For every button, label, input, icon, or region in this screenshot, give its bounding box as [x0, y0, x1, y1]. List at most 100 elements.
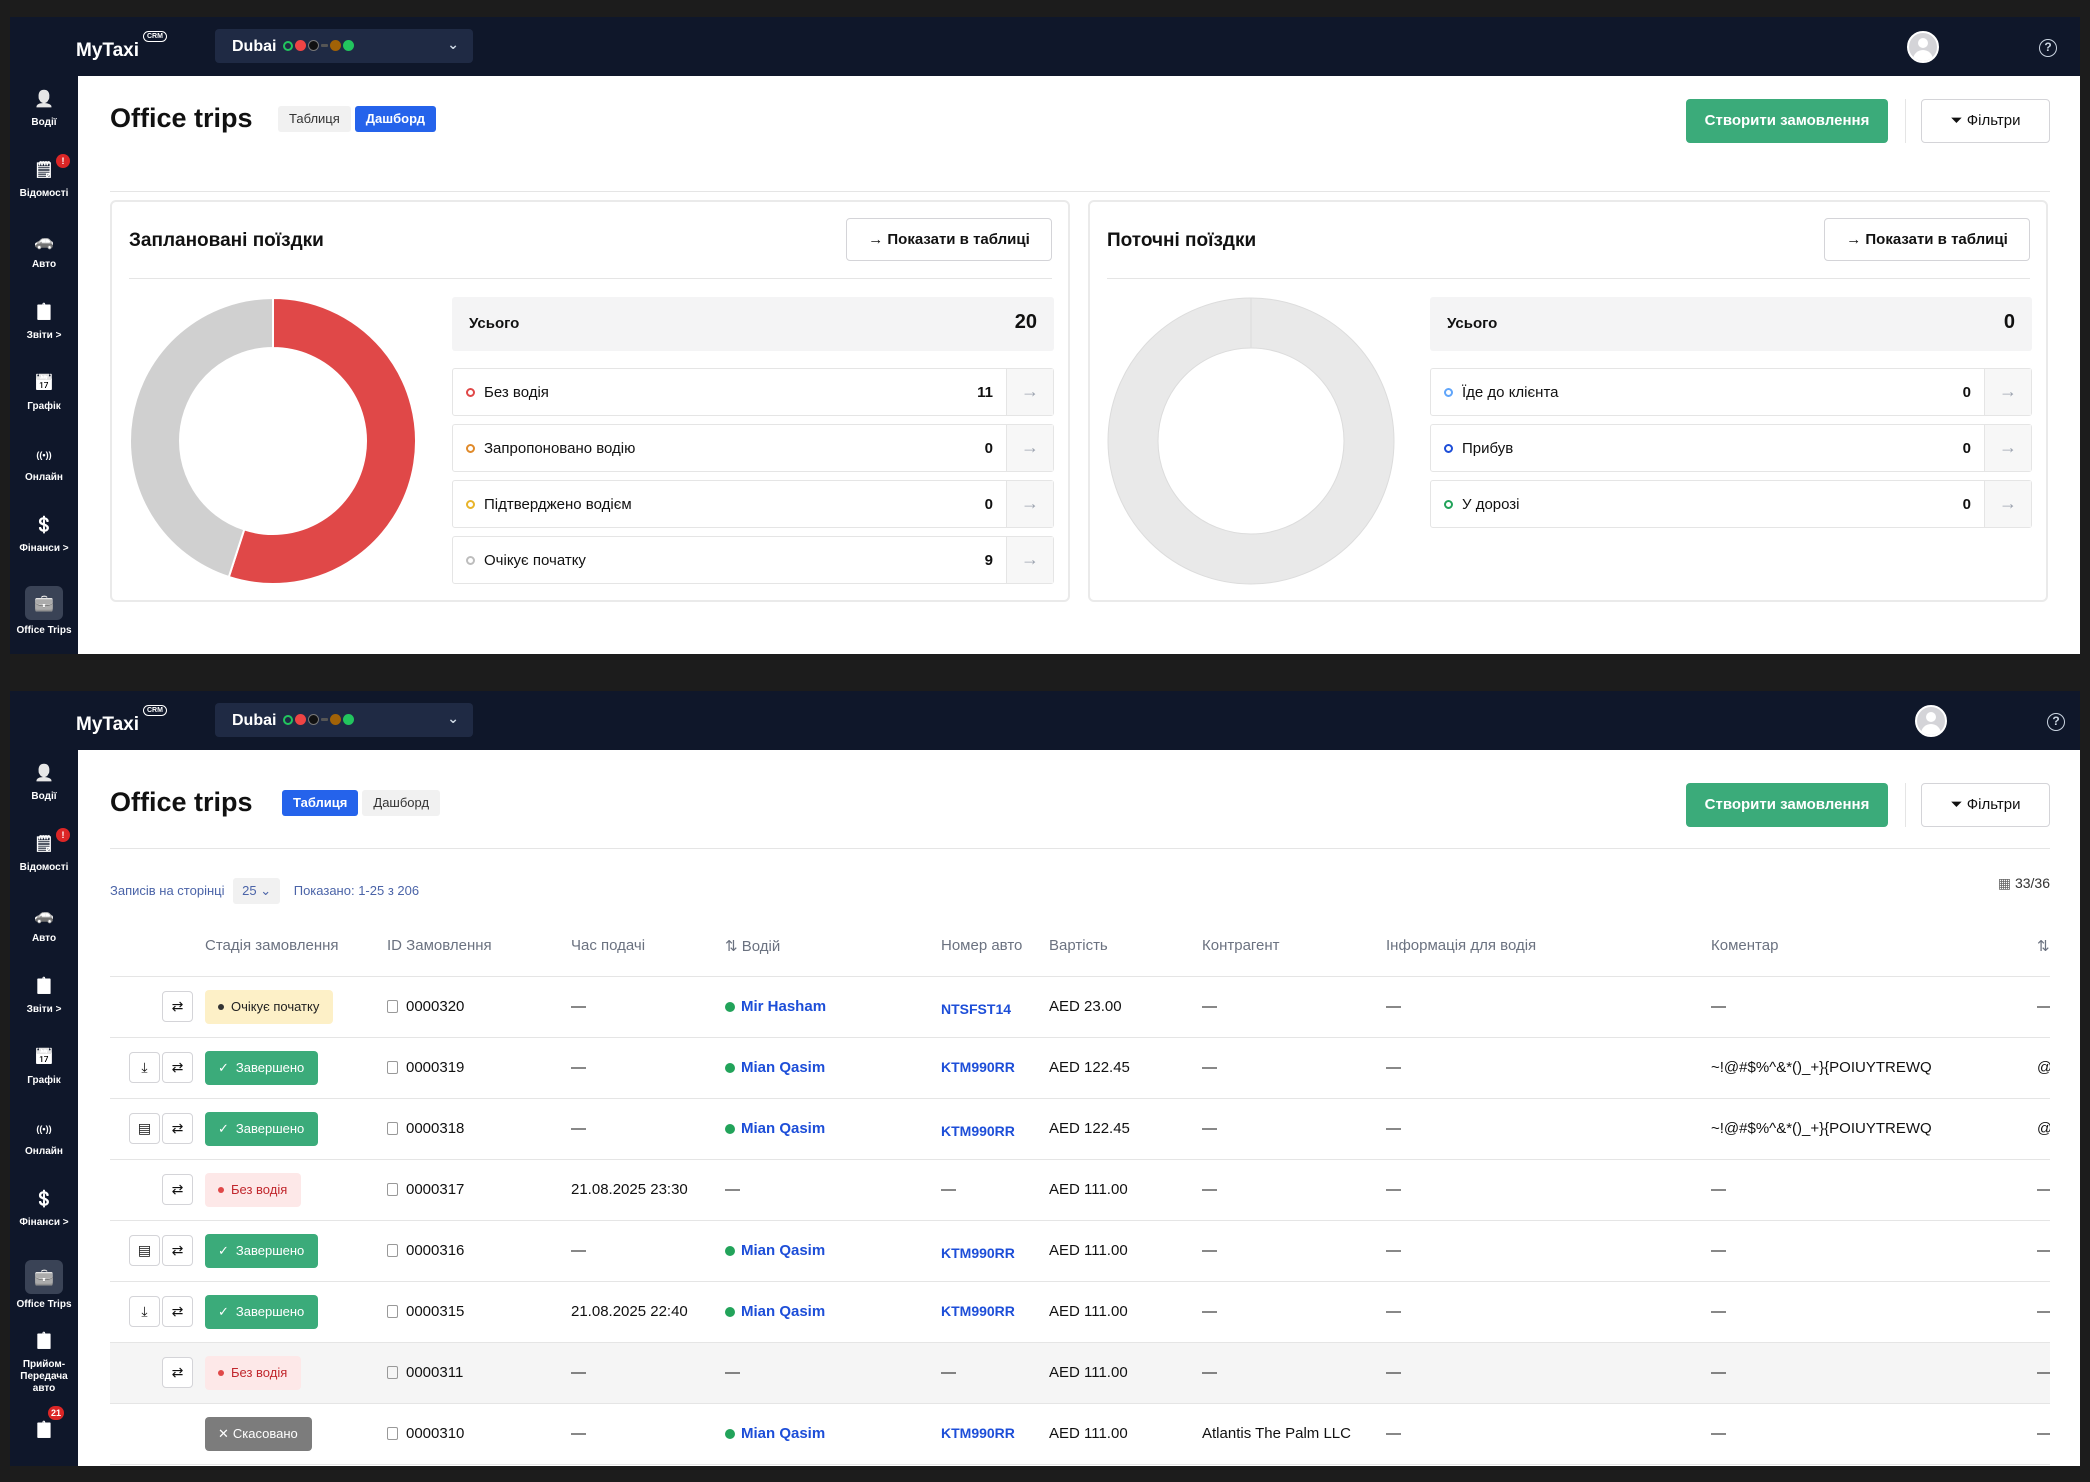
table-row[interactable]: ▤ ⇄ ✓ Завершено 0000316 — Mian Qasim KTM990RR AE… [110, 1220, 2050, 1282]
car-plate[interactable]: KTM990RR [941, 1123, 1015, 1139]
car-plate[interactable]: KTM990RR [941, 1425, 1015, 1441]
column-header-cost[interactable]: Вартість [1049, 916, 1202, 977]
sidebar-item-user[interactable]: 👤 Водії [10, 763, 78, 802]
create-order-button[interactable]: Створити замовлення [1686, 99, 1888, 143]
download-icon[interactable]: ⤓ [129, 1052, 160, 1083]
tab-table[interactable]: Таблиця [278, 106, 351, 132]
sidebar-item-car[interactable]: 🚗 Авто [10, 231, 78, 270]
tab-dashboard[interactable]: Дашборд [354, 106, 436, 132]
car-plate[interactable]: NTSFST14 [941, 1001, 1011, 1017]
copy-icon[interactable] [387, 1426, 398, 1440]
show-in-table-button[interactable]: → Показати в таблиці [1824, 218, 2030, 261]
avatar[interactable] [1915, 705, 1947, 737]
column-header-car[interactable]: Номер авто [941, 916, 1049, 977]
swap-icon[interactable]: ⇄ [162, 1052, 193, 1083]
sidebar-item-finance[interactable]: 💲 Фінанси > [10, 1189, 78, 1228]
tab-table[interactable]: Таблиця [282, 790, 359, 816]
status-row[interactable]: Без водія 11 → [452, 368, 1054, 416]
arrow-right-icon[interactable]: → [1006, 481, 1053, 527]
sidebar-item-calendar[interactable]: 📅 Графік [10, 373, 78, 412]
driver-link[interactable]: Mian Qasim [741, 1303, 825, 1320]
column-header-counterparty[interactable]: Контрагент [1202, 916, 1386, 977]
logo[interactable]: MyTaxi [76, 714, 139, 736]
sidebar-item-briefcase[interactable]: 💼 Office Trips [10, 1260, 78, 1310]
filter-button[interactable]: ⏷ Фільтри [1921, 783, 2050, 827]
sidebar-item-finance[interactable]: 💲 Фінанси > [10, 515, 78, 554]
driver-link[interactable]: Mian Qasim [741, 1059, 825, 1076]
filter-button[interactable]: ⏷ Фільтри [1921, 99, 2050, 143]
status-row[interactable]: Підтверджено водієм 0 → [452, 480, 1054, 528]
status-row[interactable]: У дорозі 0 → [1430, 480, 2032, 528]
help-icon[interactable]: ? [2047, 713, 2065, 731]
arrow-right-icon[interactable]: → [1006, 537, 1053, 583]
table-row[interactable]: ✕ Скасовано 0000310 — Mian Qasim KTM990RR AED … [110, 1403, 2050, 1465]
arrow-right-icon[interactable]: → [1006, 425, 1053, 471]
receipt-icon[interactable]: ▤ [129, 1113, 160, 1144]
status-row[interactable]: Їде до клієнта 0 → [1430, 368, 2032, 416]
swap-icon[interactable]: ⇄ [162, 1174, 193, 1205]
sidebar-item-broadcast[interactable]: ((•)) Онлайн [10, 1118, 78, 1157]
column-header-stage[interactable]: Стадія замовлення [205, 916, 387, 977]
arrow-right-icon[interactable]: → [1006, 369, 1053, 415]
copy-icon[interactable] [387, 1121, 398, 1135]
swap-icon[interactable]: ⇄ [162, 1113, 193, 1144]
car-plate[interactable]: KTM990RR [941, 1245, 1015, 1261]
driver-link[interactable]: Mir Hasham [741, 998, 826, 1015]
show-in-table-button[interactable]: → Показати в таблиці [846, 218, 1052, 261]
copy-icon[interactable] [387, 1060, 398, 1074]
status-row[interactable]: Запропоновано водію 0 → [452, 424, 1054, 472]
tab-dashboard[interactable]: Дашборд [362, 790, 441, 816]
car-plate[interactable]: KTM990RR [941, 1059, 1015, 1075]
table-row[interactable]: ⇄ Очікує початку 0000320 — Mir Hasham NTSFST1… [110, 976, 2050, 1038]
arrow-right-icon[interactable]: → [1984, 369, 2031, 415]
city-selector[interactable]: Dubai ⌄ [215, 29, 473, 63]
sidebar-item-calendar[interactable]: 📅 Графік [10, 1047, 78, 1086]
download-icon[interactable]: ⤓ [129, 1296, 160, 1327]
sidebar-item-car[interactable]: 🚗 Авто [10, 905, 78, 944]
column-header-time[interactable]: Час подачі [571, 916, 725, 977]
table-row[interactable]: ⇄ Без водія 0000317 21.08.2025 23:30 — — AED 1… [110, 1159, 2050, 1221]
sidebar-item-car-handover[interactable]: 📋 Прийом-Передача авто [10, 1331, 78, 1395]
column-header-info[interactable]: Інформація для водія [1386, 916, 1711, 977]
swap-icon[interactable]: ⇄ [162, 1357, 193, 1388]
city-selector[interactable]: Dubai ⌄ [215, 703, 473, 737]
driver-link[interactable]: Mian Qasim [741, 1120, 825, 1137]
driver-link[interactable]: Mian Qasim [741, 1425, 825, 1442]
sidebar-item-briefcase[interactable]: 💼 Office Trips [10, 586, 78, 636]
columns-toggle[interactable]: ▦ 33/36 [1998, 875, 2050, 892]
sidebar-item-statement[interactable]: 🗒! Відомості [10, 828, 78, 873]
copy-icon[interactable] [387, 1365, 398, 1379]
table-row[interactable]: ⤓ ⇄ ✓ Завершено 0000319 — Mian Qasim KTM990RR AE… [110, 1037, 2050, 1099]
sort-icon[interactable]: ⇅ [2037, 916, 2050, 977]
sidebar-item-report[interactable]: 📋 Звіти > [10, 976, 78, 1015]
column-header-comment[interactable]: Коментар [1711, 916, 2037, 977]
copy-icon[interactable] [387, 1243, 398, 1257]
create-order-button[interactable]: Створити замовлення [1686, 783, 1888, 827]
table-row[interactable]: ⤓ ⇄ ✓ Завершено 0000315 21.08.2025 22:40 Mian … [110, 1281, 2050, 1343]
swap-icon[interactable]: ⇄ [162, 1235, 193, 1266]
per-page-select[interactable]: 25 ⌄ [233, 878, 281, 904]
status-row[interactable]: Прибув 0 → [1430, 424, 2032, 472]
avatar[interactable] [1907, 31, 1939, 63]
sidebar-item-broadcast[interactable]: ((•)) Онлайн [10, 444, 78, 483]
column-header-id[interactable]: ID Замовлення [387, 916, 571, 977]
sidebar-item-report[interactable]: 📋 Звіти > [10, 302, 78, 341]
arrow-right-icon[interactable]: → [1984, 425, 2031, 471]
sidebar-item-statement[interactable]: 🗒! Відомості [10, 154, 78, 199]
swap-icon[interactable]: ⇄ [162, 1296, 193, 1327]
receipt-icon[interactable]: ▤ [129, 1235, 160, 1266]
status-row[interactable]: Очікує початку 9 → [452, 536, 1054, 584]
swap-icon[interactable]: ⇄ [162, 991, 193, 1022]
driver-link[interactable]: Mian Qasim [741, 1242, 825, 1259]
table-row[interactable]: ⇄ Без водія 0000311 — — — AED 111.00 — — — — [110, 1342, 2050, 1404]
help-icon[interactable]: ? [2039, 39, 2057, 57]
copy-icon[interactable] [387, 999, 398, 1013]
sidebar-item-more[interactable]: 21 📋 [10, 1406, 78, 1440]
table-row[interactable]: ▤ ⇄ ✓ Завершено 0000318 — Mian Qasim KTM990RR AE… [110, 1098, 2050, 1160]
car-plate[interactable]: KTM990RR [941, 1303, 1015, 1319]
column-header-driver[interactable]: ⇅ Водій [725, 916, 941, 977]
copy-icon[interactable] [387, 1182, 398, 1196]
logo[interactable]: MyTaxi [76, 40, 139, 62]
copy-icon[interactable] [387, 1304, 398, 1318]
arrow-right-icon[interactable]: → [1984, 481, 2031, 527]
